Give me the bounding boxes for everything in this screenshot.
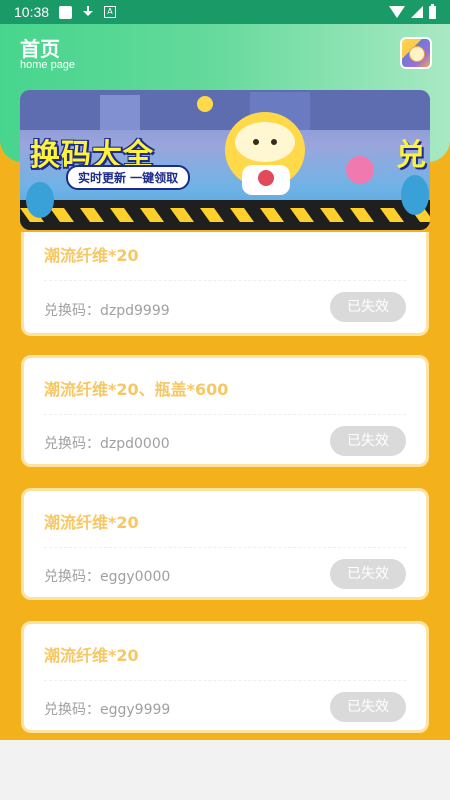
page-title: 首页 <box>20 37 60 61</box>
redeem-card: 潮流纤维*20、瓶盖*600 兑换码：dzpd0000 已失效 <box>21 355 429 467</box>
card-title: 潮流纤维*20 <box>44 646 139 665</box>
card-divider <box>44 280 406 281</box>
code-label: 兑换码： <box>44 569 100 585</box>
code-value: dzpd9999 <box>100 303 170 319</box>
avatar-face <box>409 46 425 62</box>
battery-icon <box>429 3 436 19</box>
redeem-card: 潮流纤维*20 兑换码：eggy9999 已失效 <box>21 621 429 733</box>
code-value: eggy9999 <box>100 702 171 718</box>
signal-icon <box>411 6 423 18</box>
card-title: 潮流纤维*20 <box>44 513 139 532</box>
redeem-card: 潮流纤维*20 兑换码：eggy0000 已失效 <box>21 488 429 600</box>
banner-right-text: 兑 <box>396 138 426 173</box>
code-value: eggy0000 <box>100 569 171 585</box>
status-left: 10:38 A <box>14 4 117 20</box>
code-label: 兑换码： <box>44 303 100 319</box>
redeem-button[interactable]: 已失效 <box>330 692 406 722</box>
notification-app-icon <box>59 5 73 19</box>
redeem-card: 潮流纤维*20 兑换码：dzpd9999 已失效 <box>21 232 429 336</box>
code-value: dzpd0000 <box>100 436 170 452</box>
download-icon <box>82 5 94 19</box>
banner[interactable]: 换码大全 实时更新 一键领取 兑 <box>20 90 430 230</box>
card-code: 兑换码：dzpd9999 <box>44 300 170 320</box>
wifi-icon <box>389 6 405 18</box>
card-divider <box>44 414 406 415</box>
card-code: 兑换码：dzpd0000 <box>44 433 170 453</box>
app-avatar-icon[interactable] <box>400 37 432 69</box>
status-right <box>389 3 436 19</box>
status-time: 10:38 <box>14 4 50 20</box>
code-label: 兑换码： <box>44 702 100 718</box>
status-bar: 10:38 A <box>0 0 450 24</box>
card-divider <box>44 680 406 681</box>
bottom-bar <box>0 740 450 800</box>
card-code: 兑换码：eggy9999 <box>44 699 170 719</box>
card-divider <box>44 547 406 548</box>
font-a-icon: A <box>104 6 117 18</box>
banner-tag: 实时更新 一键领取 <box>66 165 191 190</box>
code-label: 兑换码： <box>44 436 100 452</box>
page-subtitle: home page <box>20 59 76 71</box>
card-title: 潮流纤维*20、瓶盖*600 <box>44 380 229 399</box>
redeem-button[interactable]: 已失效 <box>330 559 406 589</box>
card-code: 兑换码：eggy0000 <box>44 566 170 586</box>
redeem-button[interactable]: 已失效 <box>330 292 406 322</box>
card-title: 潮流纤维*20 <box>44 246 139 265</box>
redeem-button[interactable]: 已失效 <box>330 426 406 456</box>
